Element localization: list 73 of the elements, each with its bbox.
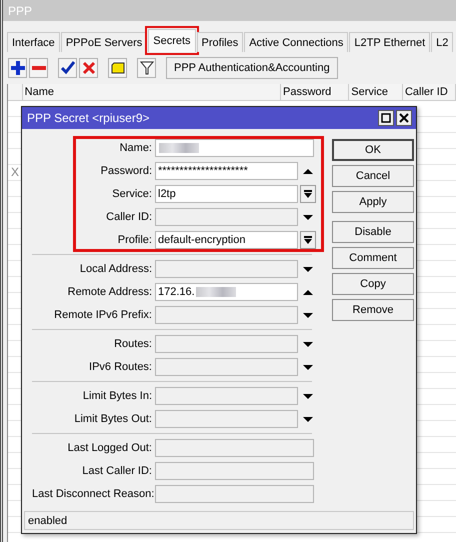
tab[interactable]: L2TP Ethernet — [349, 32, 430, 52]
input-field[interactable] — [155, 410, 298, 428]
redaction-blur — [196, 287, 236, 297]
input-field[interactable] — [155, 485, 314, 503]
tab[interactable]: PPPoE Servers — [60, 32, 148, 52]
field-label: Last Logged Out: — [66, 442, 153, 454]
disabled-mark: X — [11, 165, 20, 179]
input-field[interactable] — [155, 260, 298, 278]
dialog-button[interactable]: Apply — [332, 191, 414, 213]
field-label: Last Disconnect Reason: — [32, 488, 155, 500]
close-icon — [399, 113, 409, 123]
input-field[interactable]: default-encryption — [155, 231, 298, 249]
status-text: enabled — [28, 514, 68, 526]
column-header[interactable]: Service — [349, 84, 403, 100]
field-label: Remote Address: — [66, 286, 153, 298]
dropdown-icon — [303, 235, 313, 245]
input-field[interactable]: ********************* — [155, 162, 298, 180]
filter-icon — [140, 61, 154, 75]
input-field[interactable] — [155, 306, 298, 324]
field-label: Last Caller ID: — [81, 465, 153, 477]
dialog-title: PPP Secret <rpiuser9> — [27, 111, 150, 125]
input-field[interactable]: l2tp — [155, 185, 298, 203]
dialog-button[interactable]: Cancel — [332, 165, 414, 187]
dialog-button[interactable]: Remove — [332, 299, 414, 321]
plus-icon — [10, 61, 24, 75]
input-field[interactable] — [155, 439, 314, 457]
input-field[interactable] — [155, 335, 298, 353]
cross-icon — [82, 61, 96, 75]
column-header[interactable]: Name — [22, 84, 281, 100]
redaction-blur — [159, 143, 199, 153]
dialog-button[interactable]: Copy — [332, 273, 414, 295]
dialog-button[interactable]: OK — [332, 139, 414, 161]
dropdown-icon — [303, 189, 313, 199]
remove-button[interactable] — [29, 58, 48, 78]
field-label: IPv6 Routes: — [88, 361, 153, 373]
dialog-button[interactable]: Disable — [332, 221, 414, 243]
field-label: Routes: — [113, 338, 153, 350]
check-icon — [60, 61, 74, 75]
maximize-icon — [381, 113, 391, 123]
note-icon — [110, 62, 124, 74]
field-label: Profile: — [116, 234, 153, 246]
column-header[interactable]: Caller ID — [402, 84, 456, 100]
tab[interactable]: Interface — [7, 32, 60, 52]
field-label: Local Address: — [78, 263, 153, 275]
tab[interactable]: Profiles — [196, 32, 244, 52]
tab[interactable]: Secrets — [148, 29, 196, 52]
field-label: Caller ID: — [105, 211, 153, 223]
field-label: Service: — [111, 188, 153, 200]
input-field[interactable] — [155, 208, 298, 226]
input-field[interactable]: 172.16. — [155, 283, 298, 301]
add-button[interactable] — [8, 58, 27, 78]
comment-button[interactable] — [108, 58, 127, 78]
dropdown-button[interactable] — [300, 231, 316, 249]
auth-accounting-button[interactable]: PPP Authentication&Accounting — [166, 57, 338, 79]
column-header[interactable]: Password — [281, 84, 350, 100]
input-field[interactable] — [155, 358, 298, 376]
field-label: Password: — [100, 165, 153, 177]
input-field[interactable] — [155, 387, 298, 405]
maximize-button[interactable] — [378, 110, 394, 126]
field-label: Limit Bytes Out: — [73, 413, 153, 425]
filter-button[interactable] — [137, 58, 156, 78]
tab[interactable]: Active Connections — [244, 32, 348, 52]
field-label: Remote IPv6 Prefix: — [53, 309, 153, 321]
dialog-button[interactable]: Comment — [332, 247, 414, 269]
tab[interactable]: L2 — [431, 32, 454, 52]
close-button[interactable] — [396, 110, 412, 126]
enable-button[interactable] — [58, 58, 77, 78]
disable-button[interactable] — [79, 58, 98, 78]
input-field[interactable] — [155, 139, 314, 157]
field-label: Limit Bytes In: — [82, 390, 153, 402]
input-field[interactable] — [155, 462, 314, 480]
field-label: Name: — [118, 142, 153, 154]
dropdown-button[interactable] — [300, 185, 316, 203]
